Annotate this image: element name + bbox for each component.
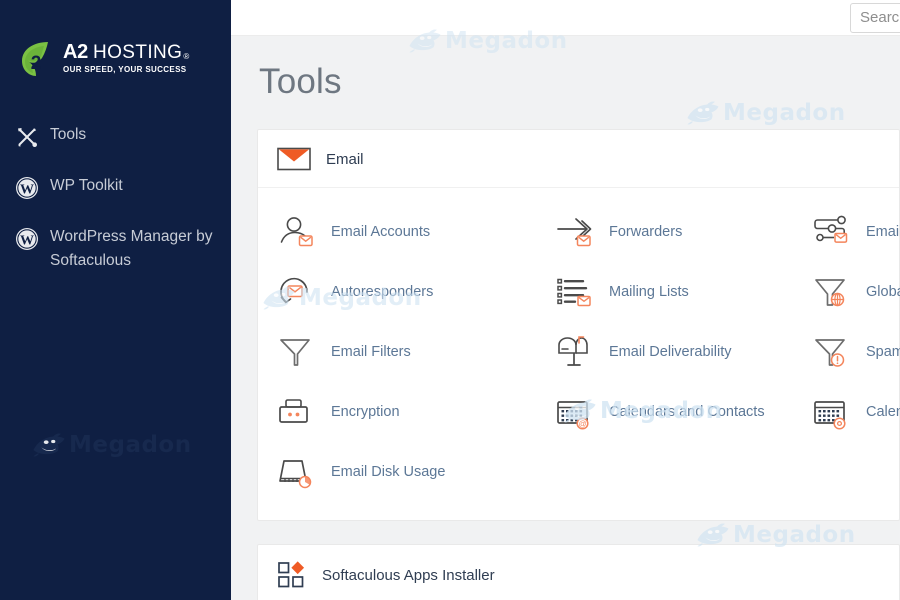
sidebar-item-tools[interactable]: Tools [0,123,231,150]
sidebar-item-wp-toolkit[interactable]: W WP Toolkit [0,174,231,201]
tool-email-disk-usage[interactable]: Email Disk Usage [258,442,536,502]
tool-label: Email Filters [331,344,411,360]
brand-tagline: OUR SPEED, YOUR SUCCESS [63,65,187,74]
tool-global-email-filters[interactable]: Global Email Filters [793,262,900,322]
tool-label: Email Routing [866,224,900,240]
email-disk-usage-icon [277,452,317,492]
email-filters-icon [277,332,317,372]
tool-label: Spam Filters [866,344,900,360]
brand-logo-text: A2 HOSTING ® OUR SPEED, YOUR SUCCESS [63,42,189,76]
svg-text:2: 2 [31,53,42,74]
encryption-icon [277,392,317,432]
email-routing-icon [812,212,852,252]
sidebar-item-label: WordPress Manager by Softaculous [50,228,213,270]
spam-filters-icon [812,332,852,372]
tools-icon [14,124,40,150]
global-email-filters-icon [812,272,852,312]
topbar [231,0,900,36]
card-header-softaculous[interactable]: Softaculous Apps Installer [258,545,899,600]
brand-name-hosting: HOSTING [92,42,183,63]
card-header-label: Email [326,150,364,168]
tool-calendar[interactable]: Calendar [793,382,900,442]
svg-text:@: @ [578,420,586,429]
tools-card-softaculous: Softaculous Apps Installer [257,544,900,600]
sidebar-item-label: Tools [50,126,87,143]
tool-spam-filters[interactable]: Spam Filters [793,322,900,382]
tool-label: Encryption [331,404,400,420]
brand-name-a2: A2 [63,41,88,63]
sidebar-nav: Tools W WP Toolkit W WordPress Manager b… [0,123,231,273]
tool-label: Email Accounts [331,224,431,240]
tool-label: Forwarders [609,224,683,240]
main-content: Tools Email [231,0,900,600]
tool-label: Email Deliverability [609,344,732,360]
registered-mark-icon: ® [183,52,190,61]
calendars-contacts-icon: @ [555,392,595,432]
tool-label: Mailing Lists [609,284,689,300]
tool-label: Calendar [866,404,900,420]
sidebar: 2 A2 HOSTING ® OUR SPEED, YOUR SUCCESS T… [0,0,231,600]
brand-logo[interactable]: 2 A2 HOSTING ® OUR SPEED, YOUR SUCCESS [0,0,231,79]
a2-leaf-logo-icon: 2 [18,39,54,79]
app-root: 2 A2 HOSTING ® OUR SPEED, YOUR SUCCESS T… [0,0,900,600]
tools-grid-email: Email Accounts Forwarders Email Autoresp… [258,188,900,520]
card-header-email[interactable]: Email [258,130,899,188]
calendar-icon [812,392,852,432]
tool-label: Autoresponders [331,284,434,300]
tool-label: Email Disk Usage [331,464,446,480]
wordpress-icon: W [14,226,40,252]
svg-text:W: W [20,183,34,198]
autoresponders-icon [277,272,317,312]
tool-email-deliverability[interactable]: Email Deliverability [536,322,793,382]
search-input[interactable] [850,2,900,33]
email-accounts-icon [277,212,317,252]
envelope-icon [277,146,311,172]
tool-encryption[interactable]: Encryption [258,382,536,442]
tool-forwarders[interactable]: Forwarders [536,202,793,262]
tool-label: Calendars and Contacts [609,404,765,420]
softaculous-grid-icon [277,561,307,589]
tool-email-accounts[interactable]: Email Accounts [258,202,536,262]
wordpress-icon: W [14,175,40,201]
tool-autoresponders[interactable]: Autoresponders [258,262,536,322]
forwarders-icon [555,212,595,252]
tool-mailing-lists[interactable]: Mailing Lists [536,262,793,322]
email-deliverability-icon [555,332,595,372]
tool-calendars-and-contacts[interactable]: @ Calendars and Contacts [536,382,793,442]
tool-email-routing[interactable]: Email Routing [793,202,900,262]
tool-label: Global Email Filters [866,284,900,300]
mailing-lists-icon [555,272,595,312]
page-title: Tools [259,62,342,101]
svg-text:W: W [20,234,34,249]
tools-card-email: Email Email Accounts Forwarders Email Au… [257,129,900,521]
sidebar-item-label: WP Toolkit [50,177,123,194]
sidebar-item-wordpress-manager[interactable]: W WordPress Manager by Softaculous [0,225,231,273]
tool-email-filters[interactable]: Email Filters [258,322,536,382]
card-header-label: Softaculous Apps Installer [322,566,495,584]
